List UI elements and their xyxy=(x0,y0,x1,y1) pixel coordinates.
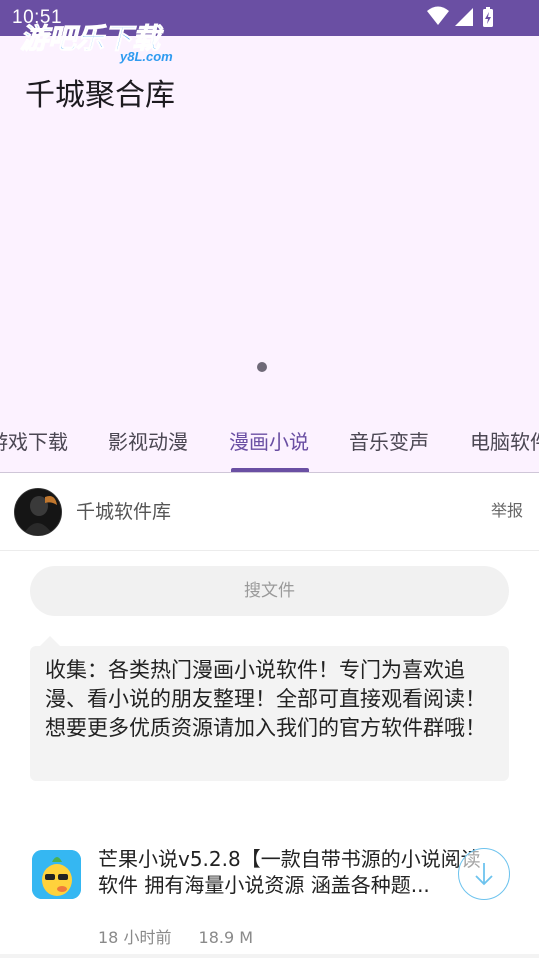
description-bubble: 收集：各类热门漫画小说软件！专门为喜欢追漫、看小说的朋友整理！全部可直接观看阅读… xyxy=(30,646,509,781)
page-title: 千城聚合库 xyxy=(25,78,175,113)
download-arrow-icon xyxy=(475,863,493,886)
tab-comics-novels[interactable]: 漫画小说 xyxy=(229,426,309,455)
battery-icon xyxy=(483,7,493,27)
banner[interactable]: 千城聚合库 xyxy=(0,36,539,408)
author-name[interactable]: 千城软件库 xyxy=(76,497,171,524)
file-title[interactable]: 芒果小说v5.2.8【一款自带书源的小说阅读软件 拥有海量小说资源 涵盖各种题.… xyxy=(98,846,488,898)
signal-icon xyxy=(455,8,473,26)
file-meta: 18 小时前 18.9 M xyxy=(98,924,275,948)
watermark-logo: 游吧乐下载 y8L.com xyxy=(20,22,174,65)
tab-games[interactable]: 游戏下载 xyxy=(0,426,68,455)
category-tabs: 游戏下载 影视动漫 漫画小说 音乐变声 电脑软件 xyxy=(0,408,539,472)
tab-pc-software[interactable]: 电脑软件 xyxy=(470,426,539,455)
bubble-tail xyxy=(40,636,60,646)
watermark-sub: y8L.com xyxy=(119,49,173,64)
report-link[interactable]: 举报 xyxy=(491,497,523,521)
status-icons xyxy=(427,6,493,27)
avatar[interactable] xyxy=(14,488,62,536)
avatar-image xyxy=(15,489,61,535)
tab-music-voice[interactable]: 音乐变声 xyxy=(349,426,429,455)
tab-video-anime[interactable]: 影视动漫 xyxy=(108,426,188,455)
file-size: 18.9 M xyxy=(198,928,254,947)
download-button[interactable] xyxy=(458,848,510,900)
app-icon xyxy=(32,850,81,899)
search-files-input[interactable]: 搜文件 xyxy=(30,566,509,616)
next-item-peek xyxy=(0,954,539,958)
wifi-icon xyxy=(427,6,449,25)
author-header: 千城软件库 举报 xyxy=(0,473,539,551)
description-text: 收集：各类热门漫画小说软件！专门为喜欢追漫、看小说的朋友整理！全部可直接观看阅读… xyxy=(45,658,486,740)
file-time: 18 小时前 xyxy=(98,928,172,947)
carousel-indicator-dot xyxy=(257,362,267,372)
file-list-item[interactable]: 芒果小说v5.2.8【一款自带书源的小说阅读软件 拥有海量小说资源 涵盖各种题.… xyxy=(0,830,539,958)
